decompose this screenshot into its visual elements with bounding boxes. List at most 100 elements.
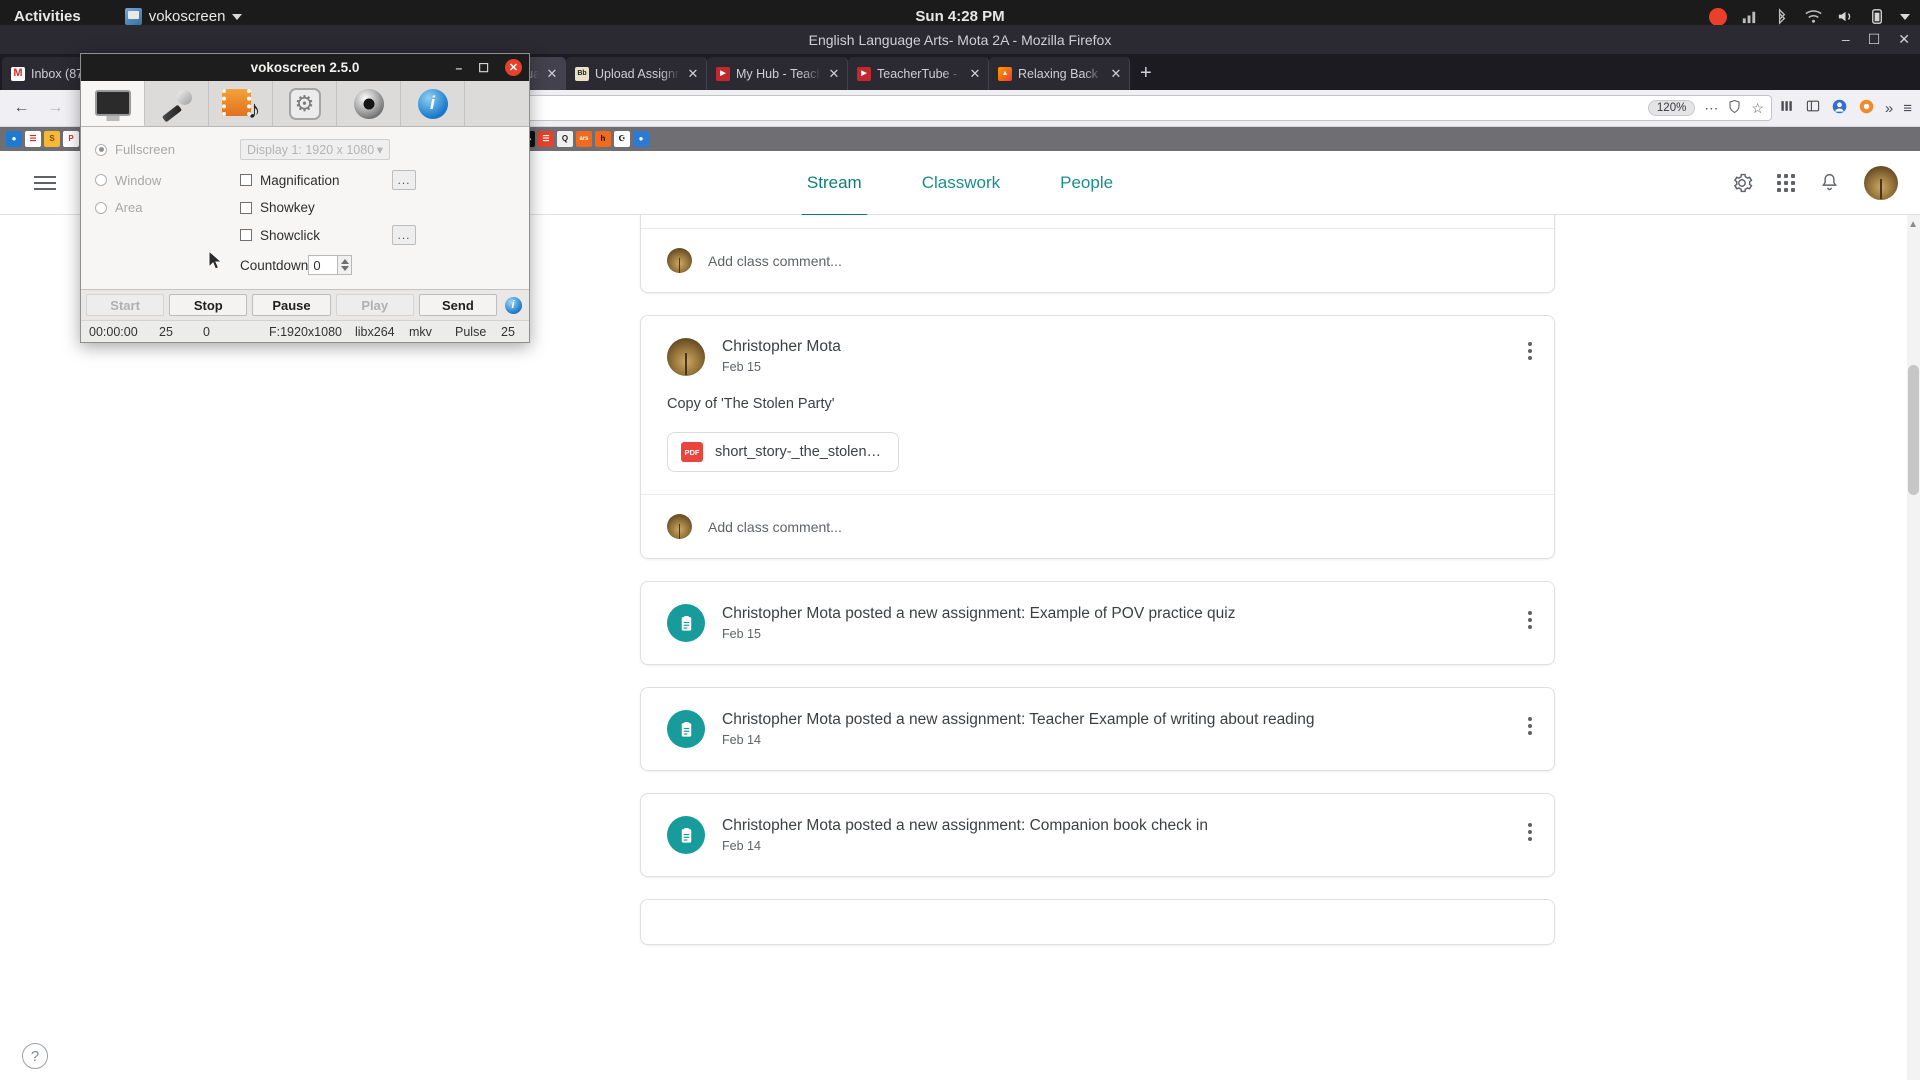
- pause-button[interactable]: Pause: [252, 294, 331, 316]
- tab-video[interactable]: [209, 81, 273, 126]
- close-button[interactable]: ✕: [1898, 31, 1910, 48]
- tab-about[interactable]: i: [401, 81, 465, 126]
- bookmark-star-icon[interactable]: ☆: [1751, 100, 1764, 117]
- radio-area[interactable]: Area: [95, 200, 240, 215]
- sidebar-icon[interactable]: [1805, 98, 1821, 118]
- overflow-menu-icon[interactable]: »: [1885, 100, 1893, 117]
- system-indicators[interactable]: [1709, 7, 1910, 26]
- account-icon[interactable]: [1831, 98, 1848, 119]
- library-icon[interactable]: [1779, 98, 1795, 118]
- post-card-assignment[interactable]: Christopher Mota posted a new assignment…: [640, 581, 1555, 665]
- assignment-title[interactable]: Christopher Mota posted a new assignment…: [722, 817, 1208, 835]
- post-card-announcement[interactable]: Christopher Mota Feb 15 Copy of 'The Sto…: [640, 315, 1555, 559]
- bookmark-icon[interactable]: ☰: [25, 131, 41, 147]
- tab-webcam[interactable]: [337, 81, 401, 126]
- spin-down-icon[interactable]: [340, 266, 349, 271]
- maximize-button[interactable]: ☐: [478, 61, 489, 75]
- maximize-button[interactable]: ☐: [1868, 31, 1881, 48]
- gear-icon[interactable]: [1731, 172, 1753, 194]
- vokoscreen-tabs[interactable]: ⚙ i: [81, 81, 529, 127]
- assignment-title[interactable]: Christopher Mota posted a new assignment…: [722, 711, 1315, 729]
- tab-close-icon[interactable]: ✕: [827, 66, 841, 82]
- page-scrollbar[interactable]: ▲ ▼: [1907, 215, 1920, 1080]
- system-clock[interactable]: Sun 4:28 PM: [915, 8, 1004, 25]
- tab-settings[interactable]: ⚙: [273, 81, 337, 126]
- countdown-arrows[interactable]: [338, 255, 353, 275]
- info-button[interactable]: i: [502, 294, 524, 316]
- tab-stream[interactable]: Stream: [800, 169, 868, 218]
- classroom-tabs[interactable]: Stream Classwork People: [800, 169, 1115, 218]
- vokoscreen-window[interactable]: vokoscreen 2.5.0 – ☐ ✕ ⚙ i Fullscreen Di…: [80, 53, 530, 343]
- zoom-level-indicator[interactable]: 120%: [1647, 100, 1696, 116]
- avatar[interactable]: [1864, 165, 1898, 200]
- bookmark-icon[interactable]: ●: [6, 131, 22, 147]
- active-app-menu[interactable]: vokoscreen: [124, 8, 243, 25]
- bookmark-icon[interactable]: ☪: [614, 131, 630, 147]
- shield-icon[interactable]: [1727, 99, 1742, 117]
- scroll-up-arrow-icon[interactable]: ▲: [1908, 219, 1918, 230]
- radio-window[interactable]: Window: [95, 173, 240, 188]
- stop-button[interactable]: Stop: [169, 294, 248, 316]
- send-button[interactable]: Send: [418, 294, 498, 316]
- caret-down-icon[interactable]: [1900, 13, 1910, 20]
- tab-close-icon[interactable]: ✕: [968, 66, 982, 82]
- tab-close-icon[interactable]: ✕: [545, 66, 559, 82]
- close-button[interactable]: ✕: [505, 59, 522, 76]
- magnification-options-button[interactable]: ...: [392, 170, 416, 190]
- countdown-value[interactable]: 0: [308, 255, 339, 275]
- radio-fullscreen[interactable]: Fullscreen: [95, 142, 240, 157]
- tab-close-icon[interactable]: ✕: [686, 66, 700, 82]
- bookmark-icon[interactable]: ☰: [538, 131, 554, 147]
- checkbox-magnification[interactable]: [240, 174, 252, 186]
- firefox-window-controls[interactable]: – ☐ ✕: [1842, 31, 1910, 48]
- browser-tab[interactable]: ▲ Relaxing Back ✕: [989, 57, 1130, 90]
- bookmark-icon[interactable]: S: [44, 131, 60, 147]
- showclick-options-button[interactable]: ...: [392, 225, 416, 245]
- minimize-button[interactable]: –: [1842, 31, 1850, 48]
- spin-up-icon[interactable]: [340, 259, 349, 264]
- minimize-button[interactable]: –: [456, 61, 463, 75]
- firefox-toolbar-icons[interactable]: » ≡: [1779, 98, 1912, 119]
- extension-icon[interactable]: [1858, 98, 1875, 119]
- checkbox-showclick[interactable]: [240, 229, 252, 241]
- classroom-header-actions[interactable]: [1731, 165, 1898, 200]
- post-card-assignment[interactable]: Christopher Mota posted a new assignment…: [640, 793, 1555, 877]
- bookmark-icon[interactable]: Q: [557, 131, 573, 147]
- activities-button[interactable]: Activities: [14, 8, 81, 25]
- post-card-next-partial[interactable]: [640, 899, 1555, 945]
- scrollbar-thumb[interactable]: [1908, 365, 1919, 495]
- vokoscreen-window-controls[interactable]: – ☐ ✕: [456, 59, 522, 76]
- checkbox-showkey[interactable]: [240, 201, 252, 214]
- bookmark-icon[interactable]: P: [63, 131, 79, 147]
- bookmark-icon[interactable]: ●: [633, 131, 649, 147]
- forward-button[interactable]: →: [42, 95, 69, 122]
- apps-grid-icon[interactable]: [1777, 173, 1795, 192]
- play-button[interactable]: Play: [335, 294, 414, 316]
- post-card-assignment[interactable]: Christopher Mota posted a new assignment…: [640, 687, 1555, 771]
- notifications-bell-icon[interactable]: [1819, 172, 1840, 193]
- tab-classwork[interactable]: Classwork: [920, 169, 1002, 197]
- more-options-icon[interactable]: [1528, 611, 1532, 629]
- more-options-icon[interactable]: [1528, 342, 1532, 360]
- hamburger-menu-icon[interactable]: [34, 175, 56, 190]
- assignment-title[interactable]: Christopher Mota posted a new assignment…: [722, 605, 1235, 623]
- bookmark-icon[interactable]: ars: [576, 131, 592, 147]
- browser-tab[interactable]: ▶ TeacherTube - ✕: [848, 57, 989, 90]
- start-button[interactable]: Start: [86, 294, 165, 316]
- browser-tab[interactable]: Bb Upload Assignm ✕: [566, 57, 707, 90]
- app-menu-icon[interactable]: ≡: [1903, 100, 1912, 117]
- comment-input-placeholder[interactable]: Add class comment...: [708, 253, 842, 269]
- comment-row[interactable]: Add class comment...: [641, 229, 1554, 292]
- back-button[interactable]: ←: [8, 95, 35, 122]
- countdown-stepper[interactable]: 0: [308, 255, 353, 275]
- overflow-icon[interactable]: ⋯: [1704, 100, 1718, 117]
- tab-people[interactable]: People: [1058, 169, 1115, 197]
- more-options-icon[interactable]: [1528, 717, 1532, 735]
- display-select[interactable]: Display 1: 1920 x 1080 ▾: [240, 139, 390, 160]
- browser-tab[interactable]: ▶ My Hub - Teache ✕: [707, 57, 848, 90]
- tab-audio[interactable]: [145, 81, 209, 126]
- new-tab-button[interactable]: +: [1140, 62, 1152, 85]
- more-options-icon[interactable]: [1528, 823, 1532, 841]
- card-partial[interactable]: To show relationships of cause and effec…: [640, 215, 1555, 293]
- vokoscreen-button-bar[interactable]: Start Stop Pause Play Send i: [81, 289, 529, 320]
